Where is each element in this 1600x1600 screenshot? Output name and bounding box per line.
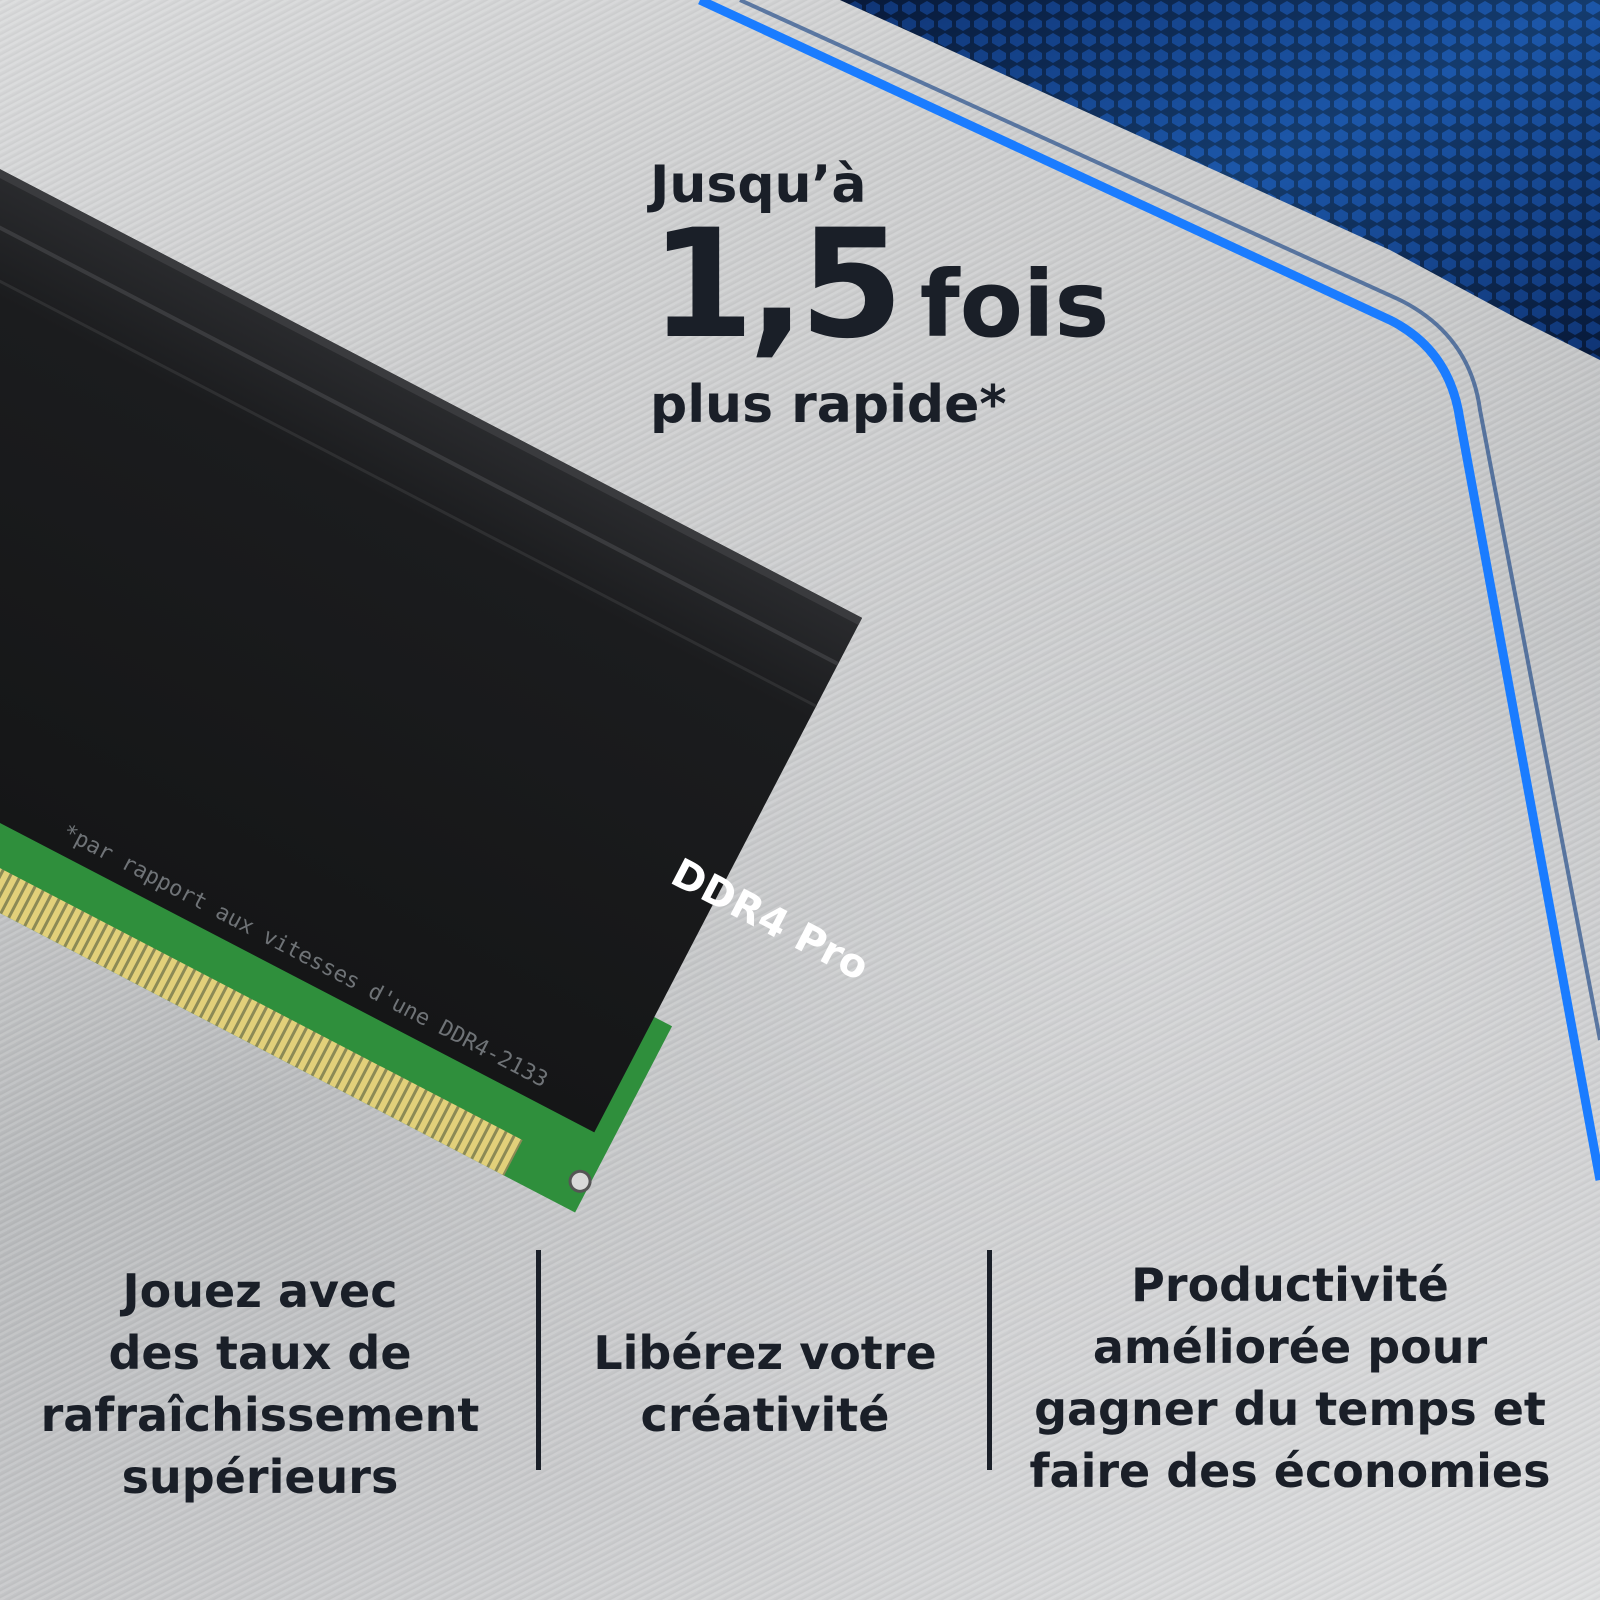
feature-line: rafraîchissement	[40, 1388, 480, 1442]
feature-line: gagner du temps et	[1034, 1382, 1546, 1436]
feature-refresh-rate: Jouez avec des taux de rafraîchissement …	[30, 1260, 490, 1508]
feature-line: Jouez avec	[122, 1264, 398, 1318]
feature-row: Jouez avec des taux de rafraîchissement …	[0, 1250, 1600, 1504]
feature-line: améliorée pour	[1092, 1320, 1488, 1374]
feature-line: Libérez votre	[593, 1326, 937, 1380]
headline-suffix: plus rapide*	[650, 375, 1007, 435]
feature-creativity: Libérez votre créativité	[560, 1322, 970, 1446]
feature-line: faire des économies	[1029, 1444, 1551, 1498]
feature-line: Productivité	[1131, 1258, 1449, 1312]
feature-productivity: Productivité améliorée pour gagner du te…	[1020, 1254, 1560, 1502]
feature-divider	[536, 1250, 541, 1470]
feature-line: des taux de	[108, 1326, 412, 1380]
feature-line: supérieurs	[121, 1450, 399, 1504]
speed-headline: Jusqu’à 1,5 fois plus rapide*	[650, 155, 1109, 435]
feature-line: créativité	[640, 1388, 890, 1442]
headline-unit: fois	[919, 251, 1110, 358]
headline-value-row: 1,5 fois	[650, 198, 1110, 375]
headline-value: 1,5	[650, 198, 904, 372]
feature-divider	[987, 1250, 992, 1470]
